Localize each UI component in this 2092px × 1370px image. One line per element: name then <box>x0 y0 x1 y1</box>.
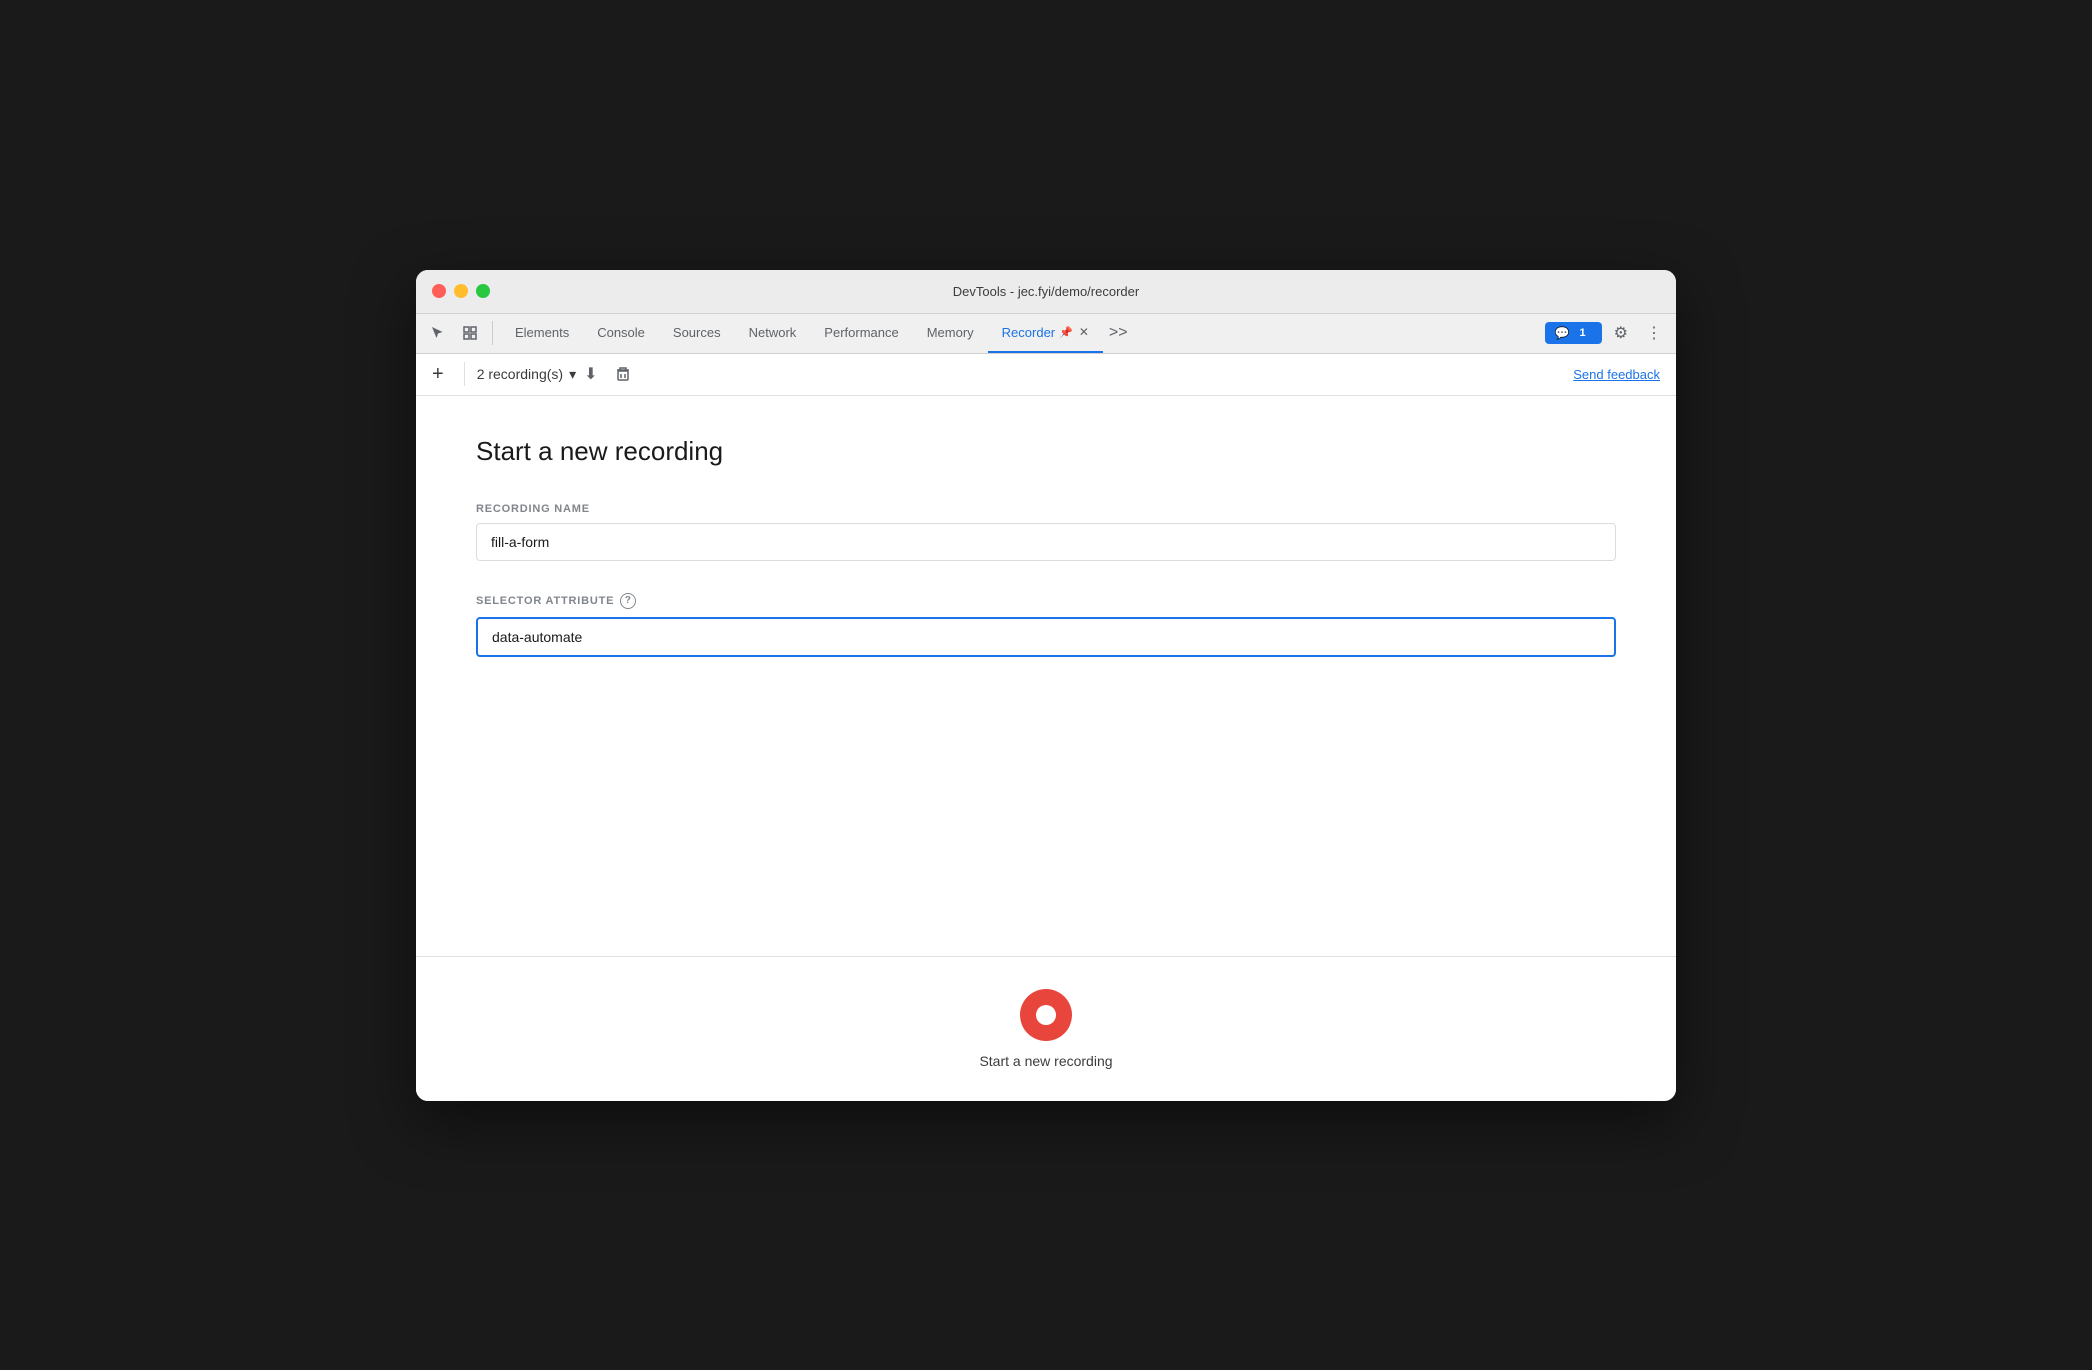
add-recording-button[interactable]: + <box>432 363 452 386</box>
toolbar-icon-group <box>424 321 493 345</box>
tab-list: Elements Console Sources Network Perform… <box>501 314 1545 353</box>
selector-attribute-group: SELECTOR ATTRIBUTE ? <box>476 593 1616 657</box>
send-feedback-button[interactable]: Send feedback <box>1573 367 1660 382</box>
start-recording-label: Start a new recording <box>979 1053 1112 1069</box>
tab-performance[interactable]: Performance <box>810 314 912 353</box>
gear-icon: ⚙ <box>1614 323 1628 343</box>
recording-count-label: 2 recording(s) <box>477 366 563 382</box>
devtools-window: DevTools - jec.fyi/demo/recorder Element <box>416 270 1676 1101</box>
chat-icon: 💬 <box>1555 326 1570 340</box>
close-button[interactable] <box>432 284 446 298</box>
toolbar-divider <box>464 362 465 386</box>
recording-name-input[interactable] <box>476 523 1616 561</box>
tab-sources[interactable]: Sources <box>659 314 735 353</box>
maximize-button[interactable] <box>476 284 490 298</box>
titlebar: DevTools - jec.fyi/demo/recorder <box>416 270 1676 314</box>
tab-network[interactable]: Network <box>735 314 811 353</box>
selector-attribute-input[interactable] <box>476 617 1616 657</box>
cursor-icon <box>430 325 446 341</box>
download-button[interactable]: ⬇ <box>576 360 605 388</box>
more-icon: ⋮ <box>1646 323 1662 343</box>
pin-icon: 📌 <box>1059 326 1073 339</box>
feedback-button[interactable]: 💬 1 <box>1545 322 1602 344</box>
tab-close-icon[interactable]: ✕ <box>1079 325 1089 339</box>
help-icon[interactable]: ? <box>620 593 636 609</box>
tab-console[interactable]: Console <box>583 314 659 353</box>
toolbar-right: 💬 1 ⚙ ⋮ <box>1545 319 1668 347</box>
minimize-button[interactable] <box>454 284 468 298</box>
settings-button[interactable]: ⚙ <box>1608 319 1634 347</box>
start-recording-button[interactable] <box>1020 989 1072 1041</box>
secondary-toolbar: + 2 recording(s) ▾ ⬇ Send feedback <box>416 354 1676 396</box>
window-title: DevTools - jec.fyi/demo/recorder <box>953 284 1139 299</box>
inspect-icon <box>462 325 478 341</box>
recording-name-group: RECORDING NAME <box>476 503 1616 561</box>
more-tabs-btn[interactable]: >> <box>1103 320 1134 346</box>
page-title: Start a new recording <box>476 436 1616 467</box>
cursor-icon-btn[interactable] <box>424 321 452 345</box>
delete-button[interactable] <box>606 361 640 387</box>
record-icon <box>1036 1005 1056 1025</box>
tab-recorder[interactable]: Recorder 📌 ✕ <box>988 314 1103 353</box>
window-controls <box>432 284 490 298</box>
recording-selector-button[interactable]: 2 recording(s) ▾ <box>477 366 576 383</box>
tab-memory[interactable]: Memory <box>913 314 988 353</box>
inspect-icon-btn[interactable] <box>456 321 484 345</box>
main-content: Start a new recording RECORDING NAME SEL… <box>416 396 1676 956</box>
devtools-toolbar: Elements Console Sources Network Perform… <box>416 314 1676 354</box>
download-icon: ⬇ <box>584 364 597 384</box>
bottom-section: Start a new recording <box>416 956 1676 1101</box>
trash-icon <box>614 365 632 383</box>
chevron-down-icon: ▾ <box>569 366 576 383</box>
recording-name-label: RECORDING NAME <box>476 503 1616 515</box>
feedback-badge: 1 <box>1574 326 1592 340</box>
tab-elements[interactable]: Elements <box>501 314 583 353</box>
selector-attribute-label: SELECTOR ATTRIBUTE ? <box>476 593 1616 609</box>
more-options-button[interactable]: ⋮ <box>1640 319 1668 347</box>
